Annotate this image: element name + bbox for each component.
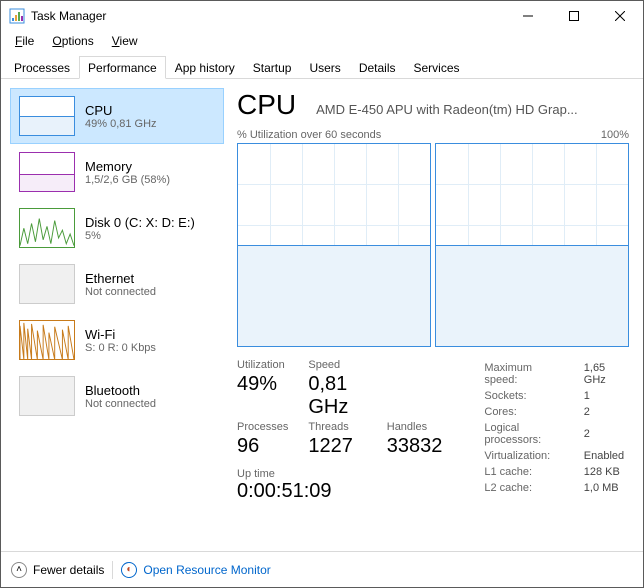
chart-label-left: % Utilization over 60 seconds (237, 129, 381, 141)
tab-services[interactable]: Services (405, 56, 469, 79)
sidebar-item-bluetooth[interactable]: BluetoothNot connected (11, 369, 223, 423)
tab-startup[interactable]: Startup (244, 56, 301, 79)
tab-app-history[interactable]: App history (166, 56, 244, 79)
menu-file[interactable]: File (7, 32, 42, 50)
menu-view[interactable]: View (104, 32, 146, 50)
fewer-details-button[interactable]: ˄ Fewer details (11, 562, 104, 578)
tab-users[interactable]: Users (300, 56, 349, 79)
open-resource-monitor-link[interactable]: ◐ Open Resource Monitor (121, 562, 270, 578)
threads-value: 1227 (308, 435, 366, 458)
wifi-val: S: 0 R: 0 Kbps (85, 342, 156, 354)
menu-options[interactable]: Options (44, 32, 101, 50)
sidebar-item-ethernet[interactable]: EthernetNot connected (11, 257, 223, 311)
bt-name: Bluetooth (85, 383, 156, 398)
disk-val: 5% (85, 230, 195, 242)
threads-label: Threads (308, 421, 366, 433)
handles-label: Handles (387, 421, 443, 433)
bt-thumb-icon (19, 376, 75, 416)
cpu-thumb-icon (19, 96, 75, 136)
title-bar: Task Manager (1, 1, 643, 31)
minimize-button[interactable] (505, 1, 551, 31)
procs-label: Processes (237, 421, 288, 433)
util-label: Utilization (237, 359, 288, 371)
cpu-chart-core0 (237, 143, 431, 347)
bt-val: Not connected (85, 398, 156, 410)
resource-monitor-icon: ◐ (121, 562, 137, 578)
mem-name: Memory (85, 159, 170, 174)
window-title: Task Manager (31, 9, 505, 23)
cpu-val: 49% 0,81 GHz (85, 118, 157, 130)
cpu-charts (237, 143, 629, 347)
cpu-name: CPU (85, 103, 157, 118)
main-title: CPU (237, 89, 296, 121)
sidebar-item-disk[interactable]: Disk 0 (C: X: D: E:)5% (11, 201, 223, 255)
handles-value: 33832 (387, 435, 443, 458)
eth-val: Not connected (85, 286, 156, 298)
main-panel: CPU AMD E-450 APU with Radeon(tm) HD Gra… (223, 79, 643, 551)
tab-details[interactable]: Details (350, 56, 405, 79)
procs-value: 96 (237, 435, 288, 458)
cpu-info-table: Maximum speed:1,65 GHz Sockets:1 Cores:2… (482, 359, 629, 503)
cpu-chart-core1 (435, 143, 629, 347)
uptime-label: Up time (237, 468, 442, 480)
mem-val: 1,5/2,6 GB (58%) (85, 174, 170, 186)
close-button[interactable] (597, 1, 643, 31)
app-icon (9, 8, 25, 24)
speed-value: 0,81 GHz (308, 373, 366, 419)
maximize-button[interactable] (551, 1, 597, 31)
tab-bar: Processes Performance App history Startu… (1, 55, 643, 79)
eth-thumb-icon (19, 264, 75, 304)
disk-name: Disk 0 (C: X: D: E:) (85, 215, 195, 230)
sidebar-item-wifi[interactable]: Wi-FiS: 0 R: 0 Kbps (11, 313, 223, 367)
wifi-thumb-icon (19, 320, 75, 360)
memory-thumb-icon (19, 152, 75, 192)
chevron-up-icon: ˄ (11, 562, 27, 578)
cpu-model: AMD E-450 APU with Radeon(tm) HD Grap... (316, 102, 578, 117)
uptime-value: 0:00:51:09 (237, 480, 442, 503)
footer: ˄ Fewer details ◐ Open Resource Monitor (1, 551, 643, 587)
chart-label-right: 100% (601, 129, 629, 141)
util-value: 49% (237, 373, 288, 419)
sidebar-item-cpu[interactable]: CPU49% 0,81 GHz (11, 89, 223, 143)
tab-performance[interactable]: Performance (79, 56, 166, 79)
eth-name: Ethernet (85, 271, 156, 286)
divider (112, 561, 113, 579)
sidebar-item-memory[interactable]: Memory1,5/2,6 GB (58%) (11, 145, 223, 199)
sidebar: CPU49% 0,81 GHz Memory1,5/2,6 GB (58%) D… (1, 79, 223, 551)
speed-label: Speed (308, 359, 366, 371)
wifi-name: Wi-Fi (85, 327, 156, 342)
tab-processes[interactable]: Processes (5, 56, 79, 79)
disk-thumb-icon (19, 208, 75, 248)
menu-bar: File Options View (1, 31, 643, 51)
